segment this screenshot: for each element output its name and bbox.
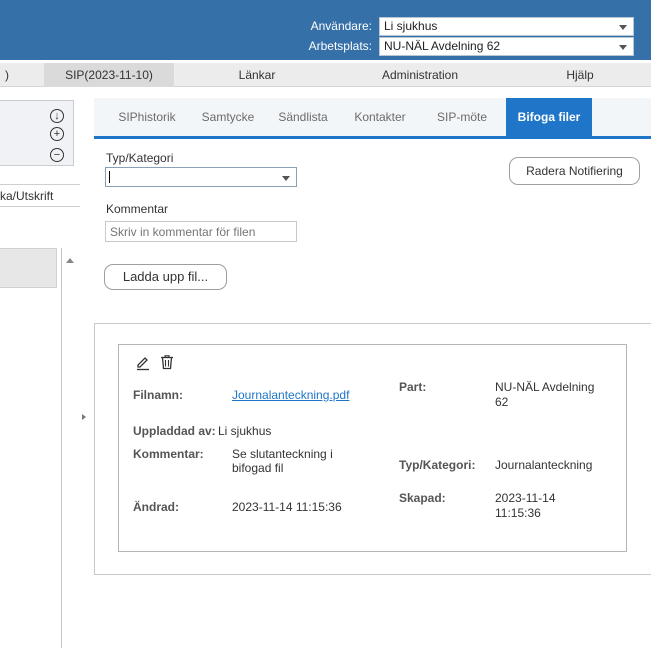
comment-input[interactable] — [105, 221, 297, 242]
comment-value-line2: bifogad fil — [232, 461, 284, 475]
workplace-label: Arbetsplats: — [308, 39, 372, 53]
divider — [0, 184, 80, 185]
created-value-line1: 2023-11-14 — [495, 491, 556, 505]
part-label: Part: — [399, 380, 427, 394]
left-tab-print[interactable]: ka/Utskrift — [0, 189, 53, 203]
zoom-controls: ↓ + − — [0, 100, 74, 166]
divider — [0, 206, 80, 207]
tab-kontakter[interactable]: Kontakter — [347, 98, 413, 136]
menu-item-administration[interactable]: Administration — [365, 63, 475, 87]
expand-panel-icon[interactable] — [82, 414, 86, 420]
chevron-down-icon — [282, 176, 290, 181]
comment-label: Kommentar: — [133, 447, 204, 461]
tab-sandlista[interactable]: Sändlista — [267, 98, 339, 136]
created-value-line2: 11:15:36 — [495, 506, 541, 520]
part-value-line2: 62 — [495, 395, 509, 409]
part-value-line1: NU-NÄL Avdelning — [495, 380, 595, 394]
filename-link[interactable]: Journalanteckning.pdf — [232, 388, 349, 402]
workplace-select[interactable]: NU-NÄL Avdelning 62 — [379, 37, 634, 56]
zoom-out-icon[interactable]: − — [50, 148, 64, 162]
tab-bifoga-filer[interactable]: Bifoga filer — [506, 98, 592, 136]
download-icon[interactable]: ↓ — [50, 109, 64, 123]
scrollbar[interactable] — [61, 248, 62, 648]
comment-value-line1: Se slutanteckning i — [232, 447, 333, 461]
zoom-in-icon[interactable]: + — [50, 127, 64, 141]
chevron-down-icon — [619, 45, 627, 50]
tab-samtycke[interactable]: Samtycke — [192, 98, 264, 136]
clear-notification-button[interactable]: Radera Notifiering — [509, 157, 640, 185]
type-category-select[interactable] — [105, 167, 297, 187]
user-select-value: Li sjukhus — [384, 19, 438, 33]
created-label: Skapad: — [399, 491, 446, 505]
menu-item-help[interactable]: Hjälp — [550, 63, 610, 87]
menu-item-sip[interactable]: SIP(2023-11-10) — [44, 63, 174, 87]
tab-underline — [94, 136, 651, 139]
chevron-down-icon — [619, 25, 627, 30]
left-list-item[interactable] — [0, 248, 57, 288]
uploaded-by-label: Uppladdad av: — [133, 424, 216, 438]
category-label: Typ/Kategori: — [399, 458, 476, 472]
category-value: Journalanteckning — [495, 458, 593, 472]
type-category-label: Typ/Kategori — [106, 151, 174, 165]
changed-value: 2023-11-14 11:15:36 — [232, 500, 342, 514]
text-caret — [109, 171, 110, 183]
menu-bar: ) SIP(2023-11-10) Länkar Administration … — [0, 63, 651, 87]
user-select[interactable]: Li sjukhus — [379, 17, 634, 36]
tab-siphistorik[interactable]: SIPhistorik — [104, 98, 190, 136]
user-label: Användare: — [310, 19, 372, 33]
scroll-up-icon[interactable] — [66, 258, 74, 263]
edit-icon[interactable] — [135, 355, 151, 374]
file-card: Filnamn: Journalanteckning.pdf Uppladdad… — [118, 344, 627, 552]
filename-label: Filnamn: — [133, 388, 183, 402]
top-header: Användare: Li sjukhus Arbetsplats: NU-NÄ… — [0, 0, 651, 60]
changed-label: Ändrad: — [133, 500, 179, 514]
upload-file-button[interactable]: Ladda upp fil... — [104, 264, 227, 290]
workplace-select-value: NU-NÄL Avdelning 62 — [384, 39, 501, 53]
comment-label: Kommentar — [106, 202, 169, 216]
menu-item-links[interactable]: Länkar — [222, 63, 292, 87]
menu-item-previous[interactable]: ) — [0, 63, 22, 87]
trash-icon[interactable] — [159, 354, 175, 373]
left-pane: ↓ + − ka/Utskrift — [0, 88, 80, 649]
tab-sip-mote[interactable]: SIP-möte — [422, 98, 502, 136]
uploaded-by-value: Li sjukhus — [218, 424, 272, 438]
